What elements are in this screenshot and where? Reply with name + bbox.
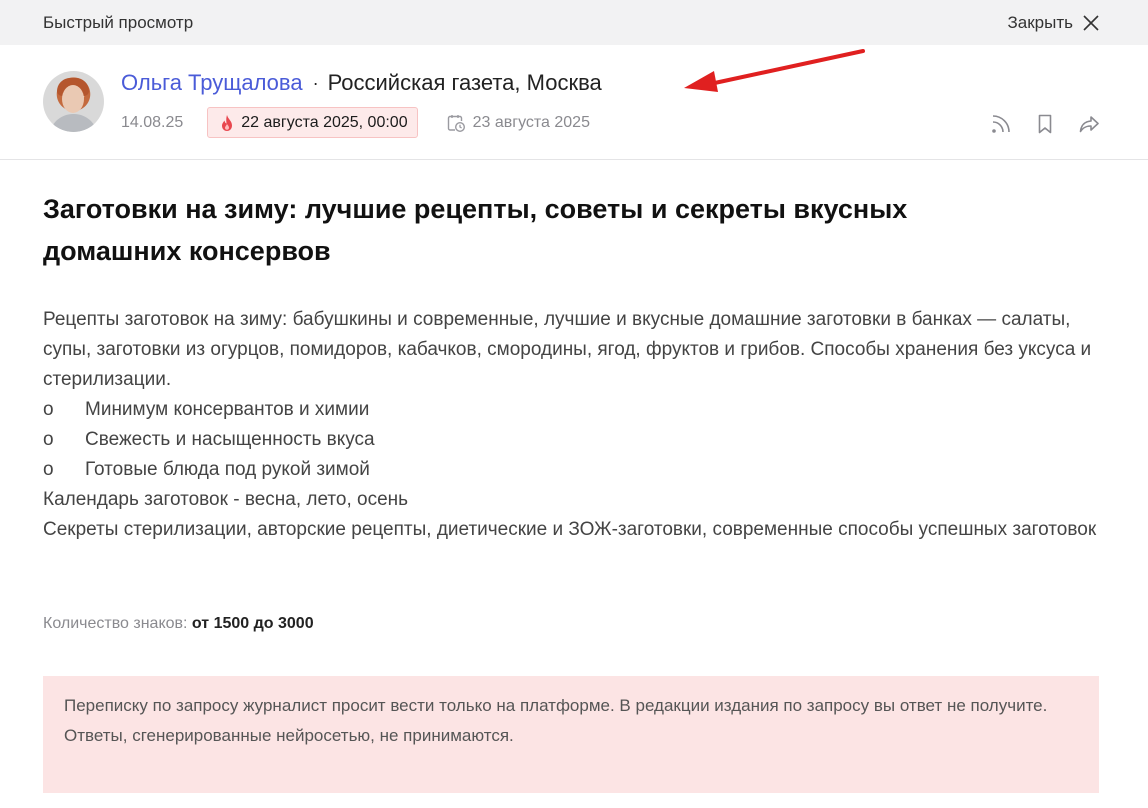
request-actions bbox=[990, 113, 1100, 135]
close-label: Закрыть bbox=[1007, 12, 1073, 32]
meta-line: 14.08.25 22 августа 2025, 00:00 23 авгус… bbox=[121, 107, 590, 138]
publication-date: 23 августа 2025 bbox=[446, 113, 590, 133]
char-count: Количество знаков: от 1500 до 3000 bbox=[43, 615, 314, 633]
share-button[interactable] bbox=[1078, 113, 1100, 135]
bookmark-icon bbox=[1038, 114, 1052, 134]
created-date: 14.08.25 bbox=[121, 113, 184, 131]
list-item: o Минимум консервантов и химии bbox=[43, 395, 1105, 425]
deadline-badge: 22 августа 2025, 00:00 bbox=[207, 107, 418, 138]
list-item: o Свежесть и насыщенность вкуса bbox=[43, 425, 1105, 455]
request-header: Ольга Трущалова · Российская газета, Мос… bbox=[0, 45, 1148, 160]
bullet-mark: o bbox=[43, 399, 54, 420]
notice-box: Переписку по запросу журналист просит ве… bbox=[43, 676, 1099, 793]
bullet-text: Свежесть и насыщенность вкуса bbox=[85, 429, 375, 450]
quick-view-title: Быстрый просмотр bbox=[43, 12, 194, 32]
rss-button[interactable] bbox=[990, 113, 1012, 135]
char-count-label: Количество знаков: bbox=[43, 615, 188, 632]
flame-icon bbox=[222, 114, 233, 131]
bookmark-button[interactable] bbox=[1034, 113, 1056, 135]
avatar[interactable] bbox=[43, 71, 104, 132]
deadline-text: 22 августа 2025, 00:00 bbox=[241, 113, 408, 131]
bullet-text: Готовые блюда под рукой зимой bbox=[85, 459, 370, 480]
share-icon bbox=[1079, 116, 1099, 133]
quick-view-bar: Быстрый просмотр Закрыть bbox=[0, 0, 1148, 45]
char-count-value: от 1500 до 3000 bbox=[191, 615, 314, 632]
rss-icon bbox=[992, 115, 1010, 133]
separator-dot: · bbox=[312, 72, 319, 93]
bullet-mark: o bbox=[43, 459, 54, 480]
list-item: o Готовые блюда под рукой зимой bbox=[43, 455, 1105, 485]
publication-date-text: 23 августа 2025 bbox=[472, 113, 590, 131]
calendar-clock-icon bbox=[447, 114, 465, 132]
bullet-mark: o bbox=[43, 429, 54, 450]
close-icon bbox=[1083, 14, 1099, 31]
notice-line-1: Переписку по запросу журналист просит ве… bbox=[64, 696, 1048, 715]
outlet-name: Российская газета, Москва bbox=[327, 70, 602, 95]
secrets-line: Секреты стерилизации, авторские рецепты,… bbox=[43, 519, 1097, 540]
close-button[interactable]: Закрыть bbox=[1008, 13, 1101, 33]
intro-paragraph: Рецепты заготовок на зиму: бабушкины и с… bbox=[43, 309, 1092, 390]
author-link[interactable]: Ольга Трущалова bbox=[121, 70, 303, 96]
calendar-line: Календарь заготовок - весна, лето, осень bbox=[43, 489, 409, 510]
bullet-text: Минимум консервантов и химии bbox=[85, 399, 370, 420]
request-title: Заготовки на зиму: лучшие рецепты, совет… bbox=[43, 194, 908, 266]
notice-line-2: Ответы, сгенерированные нейросетью, не п… bbox=[64, 726, 514, 745]
author-line: Ольга Трущалова · Российская газета, Мос… bbox=[121, 70, 602, 96]
request-description: Рецепты заготовок на зиму: бабушкины и с… bbox=[43, 305, 1105, 545]
